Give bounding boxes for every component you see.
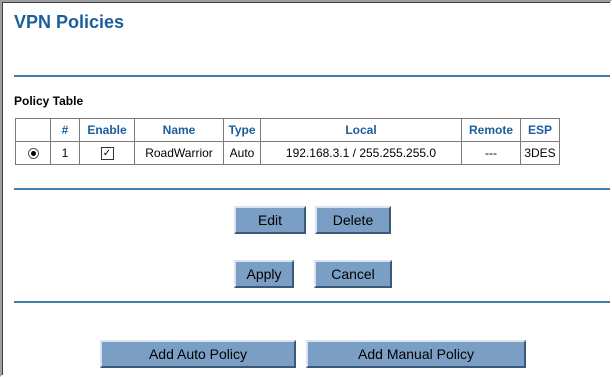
divider-bottom (14, 301, 610, 303)
row-type: Auto (223, 141, 261, 165)
col-type-header: Type (223, 118, 261, 142)
divider-middle (14, 188, 610, 190)
apply-button[interactable]: Apply (234, 260, 294, 288)
checkbox-checked-icon[interactable]: ✓ (100, 147, 114, 161)
col-esp-header: ESP (520, 118, 560, 142)
add-manual-policy-button[interactable]: Add Manual Policy (306, 340, 526, 368)
row-number: 1 (50, 141, 80, 165)
delete-button[interactable]: Delete (315, 206, 391, 234)
table-row[interactable]: 1 ✓ RoadWarrior Auto 192.168.3.1 / 255.2… (15, 141, 560, 165)
row-select-cell[interactable] (15, 141, 51, 165)
radio-selected-icon[interactable] (27, 148, 39, 160)
cancel-button[interactable]: Cancel (314, 260, 392, 288)
col-number-header: # (50, 118, 80, 142)
add-auto-policy-button[interactable]: Add Auto Policy (100, 340, 296, 368)
col-remote-header: Remote (461, 118, 521, 142)
col-name-header: Name (134, 118, 224, 142)
row-enable-cell[interactable]: ✓ (79, 141, 135, 165)
vpn-policies-panel: VPN Policies Policy Table # Enable Name … (0, 0, 612, 377)
page-title: VPN Policies (14, 12, 125, 32)
edit-button[interactable]: Edit (234, 206, 306, 234)
policy-table: # Enable Name Type Local Remote ESP 1 ✓ … (15, 118, 560, 165)
col-local-header: Local (260, 118, 462, 142)
col-enable-header: Enable (79, 118, 135, 142)
row-local: 192.168.3.1 / 255.255.255.0 (260, 141, 462, 165)
divider-top (14, 75, 610, 77)
policy-table-label: Policy Table (14, 94, 84, 108)
row-name: RoadWarrior (134, 141, 224, 165)
table-header-row: # Enable Name Type Local Remote ESP (15, 118, 560, 142)
row-remote: --- (461, 141, 521, 165)
row-esp: 3DES (520, 141, 560, 165)
col-select-header (15, 118, 51, 142)
